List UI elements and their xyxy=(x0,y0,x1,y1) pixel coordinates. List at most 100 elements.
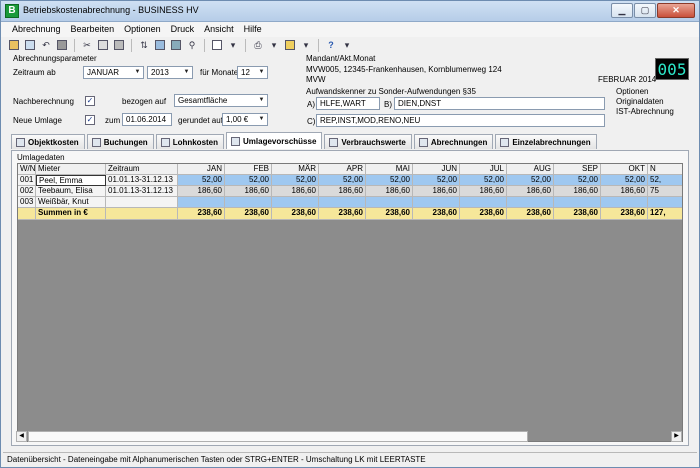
note-icon[interactable] xyxy=(96,39,110,52)
gerundet-select[interactable]: 1,00 € ▼ xyxy=(222,113,268,126)
cell-month-value[interactable] xyxy=(178,197,225,208)
cell-month-value[interactable]: 52,00 xyxy=(460,175,507,186)
menu-ansicht[interactable]: Ansicht xyxy=(199,22,239,37)
zum-date-field[interactable]: 01.06.2014 xyxy=(122,113,172,126)
tab-abrechnungen[interactable]: Abrechnungen xyxy=(413,134,494,149)
header-month[interactable]: N xyxy=(648,164,682,175)
header-mieter[interactable]: Mieter xyxy=(36,164,106,175)
properties-icon[interactable] xyxy=(23,39,37,52)
sonder-a-field[interactable]: HLFE,WART xyxy=(316,97,380,110)
tab-buchungen[interactable]: Buchungen xyxy=(86,134,154,149)
header-month[interactable]: MAI xyxy=(366,164,413,175)
header-month[interactable]: FEB xyxy=(225,164,272,175)
comment-icon[interactable] xyxy=(112,39,126,52)
chevron-down-icon[interactable]: ▾ xyxy=(226,39,240,52)
header-zeitraum[interactable]: Zeitraum xyxy=(106,164,178,175)
cell-month-value[interactable]: 52,00 xyxy=(178,175,225,186)
cell-month-value[interactable] xyxy=(319,197,366,208)
cell-month-value[interactable]: 52,00 xyxy=(225,175,272,186)
grid-view-icon[interactable] xyxy=(210,39,224,52)
tab-objektkosten[interactable]: Objektkosten xyxy=(11,134,85,149)
cell-month-value[interactable]: 52,00 xyxy=(507,175,554,186)
tab-lohnkosten[interactable]: Lohnkosten xyxy=(155,134,225,149)
chevron-down-icon[interactable]: ▾ xyxy=(299,39,313,52)
stop-icon[interactable] xyxy=(55,39,69,52)
sonder-b-field[interactable]: DIEN,DNST xyxy=(394,97,605,110)
cell-month-value[interactable] xyxy=(460,197,507,208)
cell-month-value[interactable] xyxy=(225,197,272,208)
cell-month-value[interactable] xyxy=(366,197,413,208)
cell-wn[interactable]: 003 xyxy=(18,197,36,208)
header-month[interactable]: AUG xyxy=(507,164,554,175)
year-select[interactable]: 2013 ▼ xyxy=(147,66,193,79)
chevron-down-icon[interactable]: ▾ xyxy=(340,39,354,52)
sort-icon[interactable]: ⇅ xyxy=(137,39,151,52)
cell-zeitraum[interactable]: 01.01.13-31.12.13 xyxy=(106,186,178,197)
nachberechnung-checkbox[interactable]: ✓ xyxy=(85,96,95,106)
cut-icon[interactable]: ✂ xyxy=(80,39,94,52)
cell-month-value[interactable]: 186,60 xyxy=(601,186,648,197)
print-icon[interactable]: ⎙ xyxy=(251,39,265,52)
header-month[interactable]: JAN xyxy=(178,164,225,175)
cell-month-value[interactable]: 52,00 xyxy=(601,175,648,186)
cell-mieter[interactable]: Peel, Emma xyxy=(36,175,106,186)
undo-icon[interactable]: ↶ xyxy=(39,39,53,52)
bezogen-select[interactable]: Gesamtfläche ▼ xyxy=(174,94,268,107)
scroll-right-icon[interactable]: ▶ xyxy=(671,431,682,442)
cell-month-value[interactable]: 186,60 xyxy=(272,186,319,197)
scroll-left-icon[interactable]: ◀ xyxy=(16,431,27,442)
header-month[interactable]: JUN xyxy=(413,164,460,175)
months-select[interactable]: 12 ▼ xyxy=(237,66,268,79)
scroll-thumb[interactable] xyxy=(28,431,528,442)
tab-einzelabrechnungen[interactable]: Einzelabrechnungen xyxy=(495,134,597,149)
horizontal-scrollbar[interactable]: ◀ ▶ xyxy=(16,431,682,442)
cell-month-value[interactable]: 52,00 xyxy=(366,175,413,186)
cell-month-value[interactable]: 52,00 xyxy=(554,175,601,186)
cell-month-value[interactable]: 186,60 xyxy=(413,186,460,197)
cell-month-value[interactable]: 52,00 xyxy=(413,175,460,186)
header-month[interactable]: SEP xyxy=(554,164,601,175)
header-wn[interactable]: W/Nr xyxy=(18,164,36,175)
neue-umlage-checkbox[interactable]: ✓ xyxy=(85,115,95,125)
cell-wn[interactable]: 001 xyxy=(18,175,36,186)
month-select[interactable]: JANUAR ▼ xyxy=(83,66,144,79)
open-icon[interactable] xyxy=(7,39,21,52)
header-month[interactable]: JUL xyxy=(460,164,507,175)
cell-month-value[interactable]: 75 xyxy=(648,186,682,197)
binoculars-icon[interactable]: ⚲ xyxy=(185,39,199,52)
cell-month-value[interactable]: 52,00 xyxy=(272,175,319,186)
menu-abrechnung[interactable]: Abrechnung xyxy=(7,22,66,37)
cell-month-value[interactable]: 186,60 xyxy=(366,186,413,197)
table-row[interactable]: 003 Weißbär, Knut xyxy=(18,197,682,208)
cell-mieter[interactable]: Weißbär, Knut xyxy=(36,197,106,208)
sonder-c-field[interactable]: REP,INST,MOD,RENO,NEU xyxy=(316,114,605,127)
table-row[interactable]: 002 Teebaum, Elisa 01.01.13-31.12.13 186… xyxy=(18,186,682,197)
maximize-button[interactable]: ▢ xyxy=(634,3,656,18)
menu-druck[interactable]: Druck xyxy=(166,22,200,37)
close-button[interactable]: ✕ xyxy=(657,3,695,18)
cell-month-value[interactable]: 186,60 xyxy=(554,186,601,197)
cell-wn[interactable]: 002 xyxy=(18,186,36,197)
cell-zeitraum[interactable] xyxy=(106,197,178,208)
help-icon[interactable]: ? xyxy=(324,39,338,52)
paste-icon[interactable] xyxy=(169,39,183,52)
tab-umlagevorschuesse[interactable]: Umlagevorschüsse xyxy=(226,132,323,149)
cell-month-value[interactable] xyxy=(554,197,601,208)
header-month[interactable]: APR xyxy=(319,164,366,175)
cell-month-value[interactable] xyxy=(507,197,554,208)
table-row[interactable]: 001 Peel, Emma 01.01.13-31.12.13 52,00 5… xyxy=(18,175,682,186)
cell-month-value[interactable]: 186,60 xyxy=(225,186,272,197)
cell-month-value[interactable]: 52, xyxy=(648,175,682,186)
chevron-down-icon[interactable]: ▾ xyxy=(267,39,281,52)
cell-month-value[interactable]: 186,60 xyxy=(507,186,554,197)
tab-verbrauchswerte[interactable]: Verbrauchswerte xyxy=(324,134,412,149)
cell-month-value[interactable]: 186,60 xyxy=(178,186,225,197)
cell-month-value[interactable]: 52,00 xyxy=(319,175,366,186)
cell-month-value[interactable] xyxy=(413,197,460,208)
header-month[interactable]: OKT xyxy=(601,164,648,175)
cell-month-value[interactable] xyxy=(601,197,648,208)
copy-icon[interactable] xyxy=(153,39,167,52)
cell-month-value[interactable] xyxy=(648,197,682,208)
cell-month-value[interactable] xyxy=(272,197,319,208)
folder-icon[interactable] xyxy=(283,39,297,52)
